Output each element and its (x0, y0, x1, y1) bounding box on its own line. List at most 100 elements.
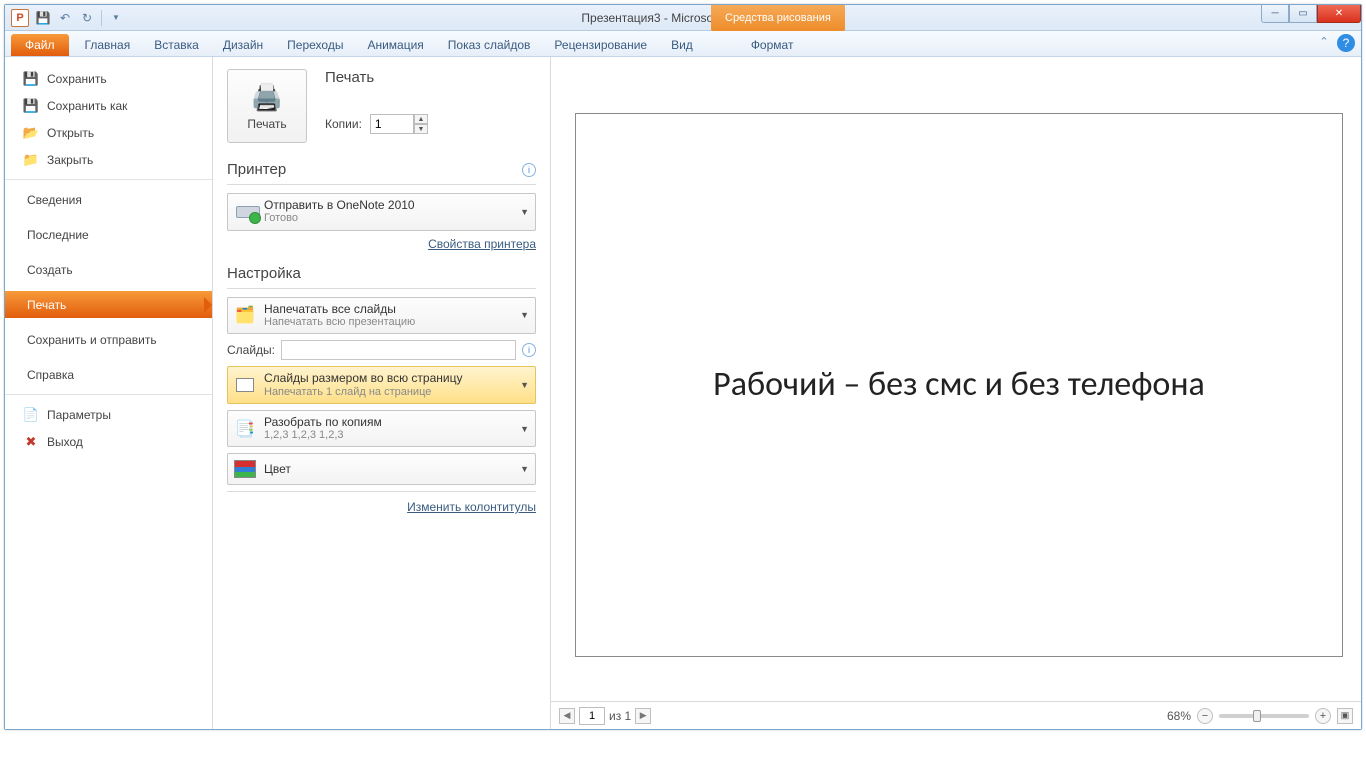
info-icon[interactable]: i (522, 343, 536, 357)
sidebar-item-exit[interactable]: ✖Выход (5, 428, 212, 455)
close-button[interactable]: ✕ (1317, 5, 1361, 23)
sidebar-item-options[interactable]: 📄 Параметры (5, 401, 212, 428)
tab-review[interactable]: Рецензирование (542, 34, 659, 56)
sidebar-item-save[interactable]: 💾Сохранить (5, 65, 212, 92)
printer-status: Готово (264, 212, 415, 225)
copies-label: Копии: (325, 117, 362, 131)
printer-icon: 🖨️ (251, 82, 283, 113)
save-icon[interactable]: 💾 (33, 8, 53, 28)
app-icon: P (11, 9, 29, 27)
sidebar-item-label: Сохранить как (47, 99, 127, 113)
edit-header-footer-link[interactable]: Изменить колонтитулы (407, 500, 536, 514)
undo-icon[interactable]: ↶ (55, 8, 75, 28)
open-icon: 📂 (23, 125, 39, 141)
print-layout-dropdown[interactable]: Слайды размером во всю страницу Напечата… (227, 366, 536, 404)
tab-transitions[interactable]: Переходы (275, 34, 355, 56)
file-tab[interactable]: Файл (11, 34, 69, 56)
sidebar-item-saveas[interactable]: 💾Сохранить как (5, 92, 212, 119)
minimize-button[interactable]: ─ (1261, 5, 1289, 23)
sidebar-item-close[interactable]: 📁 Закрыть (5, 146, 212, 173)
zoom-out-button[interactable]: − (1197, 708, 1213, 724)
options-icon: 📄 (23, 407, 39, 423)
divider (227, 288, 536, 289)
exit-icon: ✖ (23, 434, 39, 450)
color-label: Цвет (264, 462, 291, 476)
sidebar-item-label: Сохранить и отправить (27, 333, 157, 347)
zoom-slider[interactable] (1219, 714, 1309, 718)
sidebar-item-share[interactable]: Сохранить и отправить (5, 326, 212, 353)
redo-icon[interactable]: ↻ (77, 8, 97, 28)
sidebar-separator (5, 394, 212, 395)
tab-view[interactable]: Вид (659, 34, 705, 56)
sidebar-item-recent[interactable]: Последние (5, 221, 212, 248)
sidebar-item-label: Создать (27, 263, 73, 277)
slides-input[interactable] (281, 340, 516, 360)
chevron-down-icon: ▼ (520, 207, 529, 217)
spinner-up-icon[interactable]: ▲ (414, 114, 428, 124)
divider (227, 184, 536, 185)
sidebar-item-info[interactable]: Сведения (5, 186, 212, 213)
print-button[interactable]: 🖨️ Печать (227, 69, 307, 143)
tab-animations[interactable]: Анимация (355, 34, 435, 56)
slides-icon: 🗂️ (234, 304, 256, 326)
settings-heading: Настройка (227, 265, 536, 282)
color-dropdown[interactable]: Цвет ▼ (227, 453, 536, 485)
help-icon[interactable]: ? (1337, 34, 1355, 52)
sidebar-item-label: Последние (27, 228, 89, 242)
qat-customize-icon[interactable]: ▼ (106, 8, 126, 28)
zoom-thumb[interactable] (1253, 710, 1261, 722)
sidebar-item-print[interactable]: Печать (5, 291, 212, 318)
app-window: P 💾 ↶ ↻ ▼ Презентация3 - Microsoft Power… (4, 4, 1362, 730)
info-icon[interactable]: i (522, 163, 536, 177)
sidebar-item-label: Параметры (47, 408, 111, 422)
page-input[interactable] (579, 707, 605, 725)
full-page-icon (234, 374, 256, 396)
tab-home[interactable]: Главная (73, 34, 143, 56)
tab-design[interactable]: Дизайн (211, 34, 275, 56)
copies-input[interactable] (370, 114, 414, 134)
prev-page-button[interactable]: ◀ (559, 708, 575, 724)
zoom-in-button[interactable]: + (1315, 708, 1331, 724)
divider (227, 491, 536, 492)
window-controls: ─ ▭ ✕ (1261, 5, 1361, 23)
next-page-button[interactable]: ▶ (635, 708, 651, 724)
fit-to-window-button[interactable]: ▣ (1337, 708, 1353, 724)
close-file-icon: 📁 (23, 152, 39, 168)
print-heading: Печать (325, 69, 428, 86)
sidebar-item-new[interactable]: Создать (5, 256, 212, 283)
collate-icon: 📑 (234, 418, 256, 440)
sidebar-item-label: Открыть (47, 126, 94, 140)
color-swatch-icon (234, 458, 256, 480)
copies-spinner[interactable]: ▲ ▼ (370, 114, 428, 134)
sidebar-separator (5, 179, 212, 180)
collate-title: Разобрать по копиям (264, 415, 382, 429)
printer-status-icon (234, 201, 256, 223)
print-layout-subtitle: Напечатать 1 слайд на странице (264, 386, 462, 399)
print-layout-title: Слайды размером во всю страницу (264, 371, 462, 385)
sidebar-item-open[interactable]: 📂 Открыть (5, 119, 212, 146)
tab-insert[interactable]: Вставка (142, 34, 211, 56)
printer-properties-link[interactable]: Свойства принтера (428, 237, 536, 251)
qat-separator (101, 10, 102, 26)
sidebar-item-help[interactable]: Справка (5, 361, 212, 388)
zoom-percent: 68% (1167, 709, 1191, 723)
spinner-down-icon[interactable]: ▼ (414, 124, 428, 134)
maximize-button[interactable]: ▭ (1289, 5, 1317, 23)
print-range-dropdown[interactable]: 🗂️ Напечатать все слайды Напечатать всю … (227, 297, 536, 335)
print-preview: Рабочий – без смс и без телефона ◀ из 1 … (551, 57, 1361, 729)
slide-preview: Рабочий – без смс и без телефона (575, 113, 1343, 657)
contextual-tab-drawing-tools: Средства рисования (711, 5, 845, 31)
collate-subtitle: 1,2,3 1,2,3 1,2,3 (264, 429, 382, 442)
tab-slideshow[interactable]: Показ слайдов (436, 34, 543, 56)
ribbon-tabs: Файл Главная Вставка Дизайн Переходы Ани… (5, 31, 1361, 57)
page-of-label: из 1 (609, 709, 631, 723)
sidebar-item-label: Сохранить (47, 72, 107, 86)
sidebar-item-label: Печать (27, 298, 66, 312)
print-range-title: Напечатать все слайды (264, 302, 415, 316)
sidebar-item-label: Закрыть (47, 153, 93, 167)
collate-dropdown[interactable]: 📑 Разобрать по копиям 1,2,3 1,2,3 1,2,3 … (227, 410, 536, 448)
ribbon-collapse-icon[interactable]: ⌃ (1317, 34, 1331, 48)
backstage-sidebar: 💾Сохранить 💾Сохранить как 📂 Открыть 📁 Закр… (5, 57, 213, 729)
printer-dropdown[interactable]: Отправить в OneNote 2010 Готово ▼ (227, 193, 536, 231)
tab-format[interactable]: Формат (739, 34, 806, 56)
